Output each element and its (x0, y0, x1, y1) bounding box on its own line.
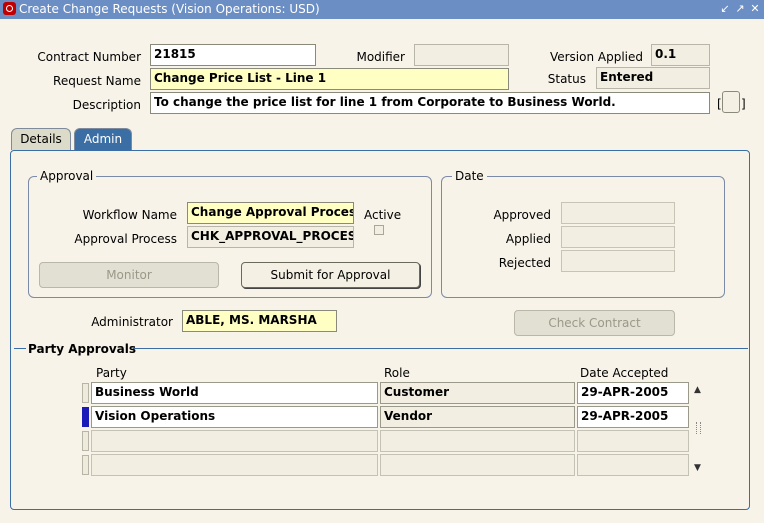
title-bar: Create Change Requests (Vision Operation… (0, 0, 764, 19)
administrator-label: Administrator (91, 315, 173, 329)
version-applied-field[interactable]: 0.1 (651, 44, 710, 66)
administrator-field[interactable]: ABLE, MS. MARSHA (182, 310, 337, 332)
active-label: Active (364, 208, 402, 222)
scroll-thumb-grip-icon[interactable] (696, 422, 701, 434)
dff-bracket-open: [ (717, 97, 722, 111)
row-indicator[interactable] (82, 431, 89, 451)
applied-date-field[interactable] (561, 226, 675, 248)
maximize-icon[interactable]: ↗ (733, 1, 747, 17)
party-approvals-divider-left (14, 348, 26, 349)
window-title: Create Change Requests (Vision Operation… (19, 2, 320, 16)
dff-bracket-close: ] (741, 97, 746, 111)
row-indicator[interactable] (82, 455, 89, 475)
party-cell[interactable] (91, 430, 378, 452)
party-cell[interactable] (91, 454, 378, 476)
rejected-date-field[interactable] (561, 250, 675, 272)
oracle-app-icon (3, 2, 16, 15)
party-approvals-scrollbar[interactable]: ▲ ▼ (691, 382, 704, 476)
date-group-title: Date (452, 169, 487, 183)
tab-details[interactable]: Details (11, 128, 71, 150)
party-cell[interactable]: Business World (91, 382, 378, 404)
active-checkbox[interactable] (374, 225, 384, 235)
monitor-button[interactable]: Monitor (39, 262, 219, 288)
column-header-party: Party (96, 366, 127, 380)
role-cell[interactable] (380, 454, 575, 476)
column-header-date-accepted: Date Accepted (580, 366, 669, 380)
role-cell[interactable] (380, 430, 575, 452)
description-label: Description (72, 98, 141, 112)
current-row-indicator[interactable] (82, 407, 89, 427)
approval-process-label: Approval Process (74, 232, 177, 246)
workflow-name-field[interactable]: Change Approval Process (187, 202, 354, 224)
approval-group-title: Approval (37, 169, 97, 183)
version-applied-label: Version Applied (549, 50, 643, 64)
date-accepted-cell[interactable]: 29-APR-2005 (577, 382, 689, 404)
approval-process-field[interactable]: CHK_APPROVAL_PROCESS (187, 226, 354, 248)
close-icon[interactable]: ✕ (748, 1, 762, 17)
applied-label: Applied (505, 232, 551, 246)
role-cell[interactable]: Customer (380, 382, 575, 404)
descriptive-flexfield-button[interactable] (722, 91, 740, 113)
contract-number-label: Contract Number (37, 50, 141, 64)
date-accepted-cell[interactable] (577, 430, 689, 452)
approved-date-field[interactable] (561, 202, 675, 224)
workflow-name-label: Workflow Name (82, 208, 177, 222)
modifier-field[interactable] (414, 44, 509, 66)
status-field[interactable]: Entered (596, 67, 710, 89)
date-accepted-cell[interactable] (577, 454, 689, 476)
date-accepted-cell[interactable]: 29-APR-2005 (577, 406, 689, 428)
column-header-role: Role (384, 366, 410, 380)
modifier-label: Modifier (356, 50, 405, 64)
party-approvals-title: Party Approvals (28, 342, 137, 356)
scroll-up-icon[interactable]: ▲ (691, 384, 704, 396)
status-label: Status (547, 72, 586, 86)
scroll-down-icon[interactable]: ▼ (691, 462, 704, 474)
tab-admin[interactable]: Admin (74, 128, 132, 150)
role-cell[interactable]: Vendor (380, 406, 575, 428)
submit-for-approval-button[interactable]: Submit for Approval (241, 262, 420, 288)
contract-number-field[interactable]: 21815 (150, 44, 316, 66)
rejected-label: Rejected (498, 256, 551, 270)
request-name-label: Request Name (53, 74, 141, 88)
party-approvals-divider (133, 348, 748, 349)
description-field[interactable]: To change the price list for line 1 from… (150, 92, 710, 114)
minimize-icon[interactable]: ↙ (718, 1, 732, 17)
request-name-field[interactable]: Change Price List - Line 1 (150, 68, 509, 90)
row-indicator[interactable] (82, 383, 89, 403)
check-contract-button[interactable]: Check Contract (514, 310, 675, 336)
party-cell[interactable]: Vision Operations (91, 406, 378, 428)
approved-label: Approved (493, 208, 551, 222)
